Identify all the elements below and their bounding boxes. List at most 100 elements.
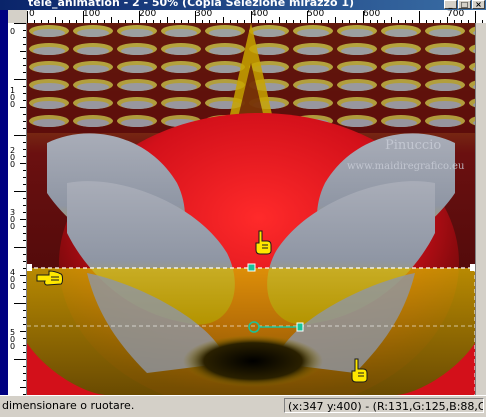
ruler-tick — [23, 338, 26, 339]
ruler-tick — [23, 100, 26, 101]
ruler-tick — [27, 11, 28, 23]
ruler-tick — [20, 331, 26, 332]
ruler-tick — [23, 261, 26, 262]
ruler-label: 200 — [139, 10, 157, 19]
ruler-tick — [23, 289, 26, 290]
watermark-name: Pinuccio — [385, 138, 441, 153]
ruler-tick — [20, 275, 26, 276]
ruler-tick — [23, 30, 26, 31]
ruler-tick — [363, 11, 364, 23]
ruler-corner — [8, 10, 27, 23]
ruler-tick — [23, 226, 26, 227]
app-window: tele_animation - 2 - 50% (Copia Selezion… — [0, 0, 486, 417]
ruler-tick — [23, 233, 26, 234]
ruler-tick — [23, 142, 26, 143]
ruler-tick — [475, 11, 476, 23]
ruler-tick — [23, 44, 26, 45]
ruler-tick — [20, 163, 26, 164]
ruler-tick — [20, 219, 26, 220]
ruler-tick — [23, 296, 26, 297]
ruler-tick — [23, 205, 26, 206]
ruler-tick — [23, 310, 26, 311]
horizontal-ruler: 0 100 200 300 400 500 600 700 — [27, 10, 486, 24]
workspace-background — [0, 10, 8, 395]
ruler-tick — [83, 11, 84, 23]
ruler-tick — [14, 359, 26, 360]
minimize-button[interactable]: _ — [444, 0, 457, 9]
ruler-tick — [23, 254, 26, 255]
ruler-tick — [23, 184, 26, 185]
ruler-tick — [14, 247, 26, 248]
window-title: tele_animation - 2 - 50% (Copia Selezion… — [28, 0, 355, 9]
ruler-tick — [14, 191, 26, 192]
ruler-tick — [307, 11, 308, 23]
ruler-tick — [14, 303, 26, 304]
ruler-tick — [23, 156, 26, 157]
ruler-tick — [20, 107, 26, 108]
pointing-hand-icon — [36, 270, 63, 286]
ruler-label: 2 0 0 — [10, 146, 16, 169]
ruler-tick — [23, 380, 26, 381]
ruler-tick — [23, 58, 26, 59]
ruler-label: 1 0 0 — [10, 86, 16, 109]
ruler-label: 4 0 0 — [10, 268, 16, 291]
ruler-tick — [23, 282, 26, 283]
ruler-label: 700 — [447, 10, 465, 19]
center-top-handle — [247, 263, 256, 272]
ruler-tick — [419, 11, 420, 23]
ruler-tick — [23, 366, 26, 367]
rotation-handle — [296, 322, 304, 332]
ruler-tick — [23, 72, 26, 73]
ruler-label: 300 — [195, 10, 213, 19]
watermark-url: www.maidiregrafico.eu — [347, 161, 465, 172]
vertical-scrollbar[interactable] — [475, 23, 486, 395]
ruler-tick — [23, 177, 26, 178]
vertical-ruler: 0 1 0 0 2 0 0 3 0 0 4 0 0 5 0 0 — [8, 23, 27, 395]
ruler-label: 0 — [29, 10, 35, 19]
pointing-hand-icon — [255, 230, 272, 255]
ruler-label: 100 — [83, 10, 101, 19]
close-button[interactable]: × — [472, 0, 485, 9]
left-edge-handle — [27, 264, 32, 271]
ruler-tick — [14, 79, 26, 80]
ruler-tick — [14, 135, 26, 136]
ruler-tick — [23, 373, 26, 374]
ruler-tick — [23, 212, 26, 213]
pointing-hand-icon — [351, 358, 368, 383]
ruler-tick — [23, 240, 26, 241]
ruler-tick — [23, 324, 26, 325]
ruler-label: 500 — [307, 10, 325, 19]
ruler-tick — [23, 65, 26, 66]
ruler-label: 3 0 0 — [10, 208, 16, 231]
ruler-label: 5 0 0 — [10, 328, 16, 351]
maximize-button[interactable]: □ — [458, 0, 471, 9]
ruler-tick — [23, 93, 26, 94]
status-bar: dimensionare o ruotare. (x:347 y:400) - … — [0, 395, 486, 417]
ruler-tick — [23, 37, 26, 38]
ruler-tick — [23, 86, 26, 87]
ruler-tick — [14, 23, 26, 24]
title-bar[interactable]: tele_animation - 2 - 50% (Copia Selezion… — [0, 0, 486, 10]
ruler-tick — [23, 317, 26, 318]
ruler-label: 0 — [10, 27, 16, 36]
ruler-tick — [23, 170, 26, 171]
ruler-tick — [23, 149, 26, 150]
ruler-tick — [195, 11, 196, 23]
ruler-tick — [20, 51, 26, 52]
ruler-tick — [23, 345, 26, 346]
ruler-tick — [23, 121, 26, 122]
status-cursor-info: (x:347 y:400) - (R:131,G:125,B:88,O:255) — [284, 398, 484, 413]
image-canvas[interactable]: Pinuccio www.maidiregrafico.eu — [27, 23, 475, 395]
ruler-label: 600 — [363, 10, 381, 19]
ruler-tick — [23, 268, 26, 269]
ruler-tick — [23, 198, 26, 199]
ruler-tick — [20, 387, 26, 388]
ruler-tick — [23, 352, 26, 353]
ruler-tick — [23, 114, 26, 115]
ruler-tick — [139, 11, 140, 23]
artwork: Pinuccio www.maidiregrafico.eu — [27, 23, 475, 395]
status-hint: dimensionare o ruotare. — [2, 399, 135, 412]
ruler-label: 400 — [251, 10, 269, 19]
ruler-tick — [23, 128, 26, 129]
ruler-tick — [251, 11, 252, 23]
